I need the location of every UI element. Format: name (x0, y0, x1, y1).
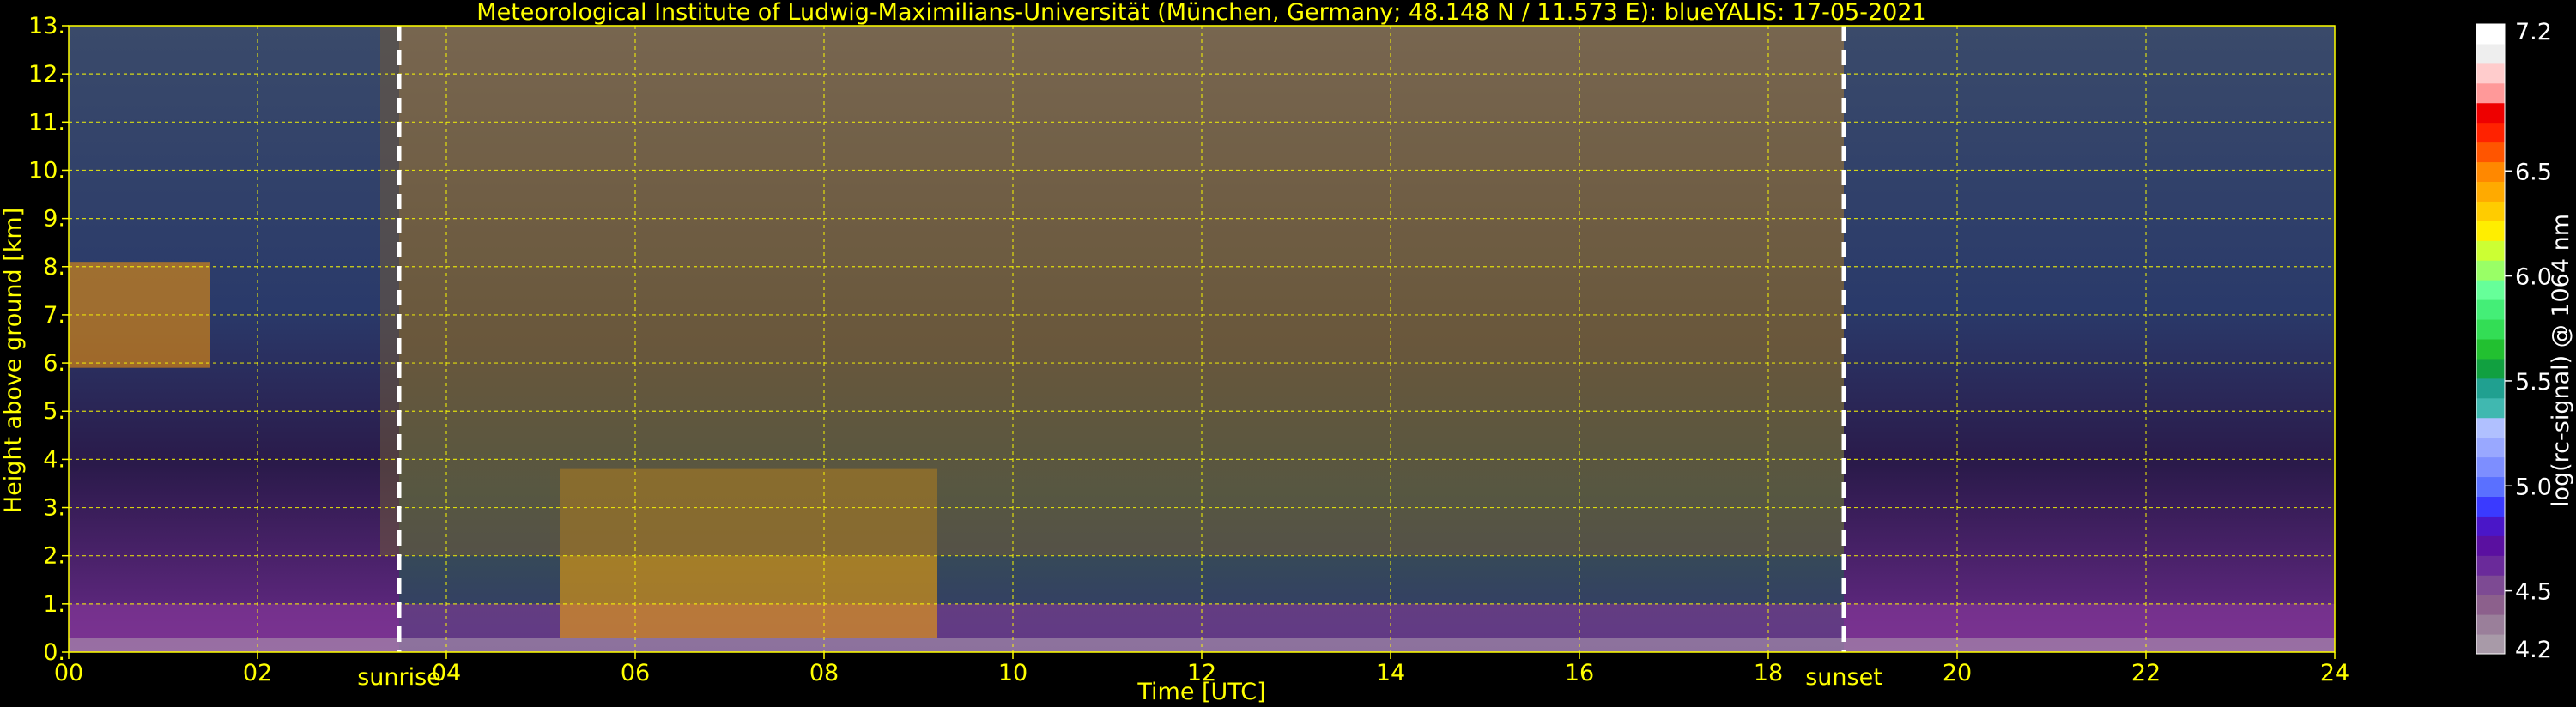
colorbar-tick-label: 5.5 (2515, 369, 2552, 396)
chart-title: Meteorological Institute of Ludwig-Maxim… (476, 0, 1926, 26)
colorbar-segment (2476, 535, 2505, 556)
y-tick-label: 13. (28, 13, 65, 39)
y-tick-label: 2. (43, 543, 65, 570)
colorbar-segment (2476, 595, 2505, 615)
colorbar-segment (2476, 260, 2505, 281)
colorbar-segment (2476, 634, 2505, 655)
colorbar-segment (2476, 299, 2505, 320)
colorbar-min-label: 4.2 (2515, 637, 2552, 663)
colorbar-segment (2476, 555, 2505, 576)
colorbar-segment (2476, 24, 2505, 45)
colorbar-tick-label: 6.5 (2515, 159, 2552, 185)
y-tick-label: 4. (43, 446, 65, 473)
colorbar-segment (2476, 456, 2505, 478)
sunset-label: sunset (1805, 664, 1882, 691)
y-tick-label: 12. (28, 61, 65, 88)
colorbar-segment (2476, 161, 2505, 182)
y-tick-label: 1. (43, 591, 65, 618)
x-tick-label: 02 (243, 660, 272, 686)
colorbar-label: log(rc-signal) @ 1064 nm (2548, 214, 2574, 507)
colorbar-segment (2476, 358, 2505, 379)
y-tick-label: 11. (28, 109, 65, 136)
y-tick-label: 3. (43, 495, 65, 522)
colorbar-segment (2476, 339, 2505, 360)
x-tick-label: 14 (1376, 660, 1405, 686)
y-tick-label: 5. (43, 398, 65, 425)
colorbar-segment (2476, 181, 2505, 202)
x-tick-label: 16 (1565, 660, 1594, 686)
colorbar-segment (2476, 614, 2505, 635)
y-tick-label: 7. (43, 302, 65, 329)
x-tick-label: 06 (621, 660, 650, 686)
colorbar-segment (2476, 417, 2505, 438)
y-axis-label: Height above ground [km] (0, 208, 27, 513)
colorbar-segment (2476, 575, 2505, 595)
colorbar-segment (2476, 280, 2505, 300)
y-tick-label: 8. (43, 254, 65, 281)
colorbar-segment (2476, 476, 2505, 497)
colorbar-segment (2476, 496, 2505, 517)
x-tick-label: 18 (1754, 660, 1783, 686)
colorbar-segment (2476, 437, 2505, 458)
colorbar-segment (2476, 63, 2505, 84)
x-tick-label: 24 (2320, 660, 2349, 686)
y-tick-label: 10. (28, 157, 65, 184)
colorbar-segment (2476, 397, 2505, 419)
layer-upper-clouds (380, 26, 1844, 556)
colorbar-segment (2476, 142, 2505, 163)
colorbar-segment (2476, 102, 2505, 124)
y-tick-label: 0. (43, 639, 65, 666)
colorbar-segment (2476, 378, 2505, 399)
sunrise-label: sunrise (357, 664, 441, 691)
colorbar-tick-label: 5.0 (2515, 474, 2552, 500)
colorbar-tick-label: 6.0 (2515, 264, 2552, 291)
lidar-figure: sunrise sunset 00 02 04 06 08 10 12 14 16 18 20 22 24… (0, 0, 2574, 705)
colorbar-segment (2476, 240, 2505, 261)
x-tick-label: 04 (432, 660, 461, 686)
colorbar-tick-label: 4.5 (2515, 579, 2552, 606)
x-tick-label: 08 (809, 660, 839, 686)
y-tick-label: 6. (43, 350, 65, 377)
x-tick-label: 10 (998, 660, 1027, 686)
x-axis-label: Time [UTC] (1136, 679, 1265, 705)
colorbar-max-label: 7.2 (2515, 19, 2552, 45)
y-tick-label: 9. (43, 206, 65, 233)
colorbar-segment (2476, 221, 2505, 241)
colorbar: 4.5 5.0 5.5 6.0 6.5 7.2 4.2 (2476, 19, 2552, 663)
colorbar-segment (2476, 319, 2505, 340)
colorbar-segment (2476, 82, 2505, 104)
colorbar-segment (2476, 201, 2505, 221)
colorbar-segment (2476, 516, 2505, 536)
colorbar-segment (2476, 43, 2505, 64)
x-tick-label: 20 (1943, 660, 1972, 686)
x-tick-label: 22 (2131, 660, 2161, 686)
colorbar-segment (2476, 122, 2505, 143)
